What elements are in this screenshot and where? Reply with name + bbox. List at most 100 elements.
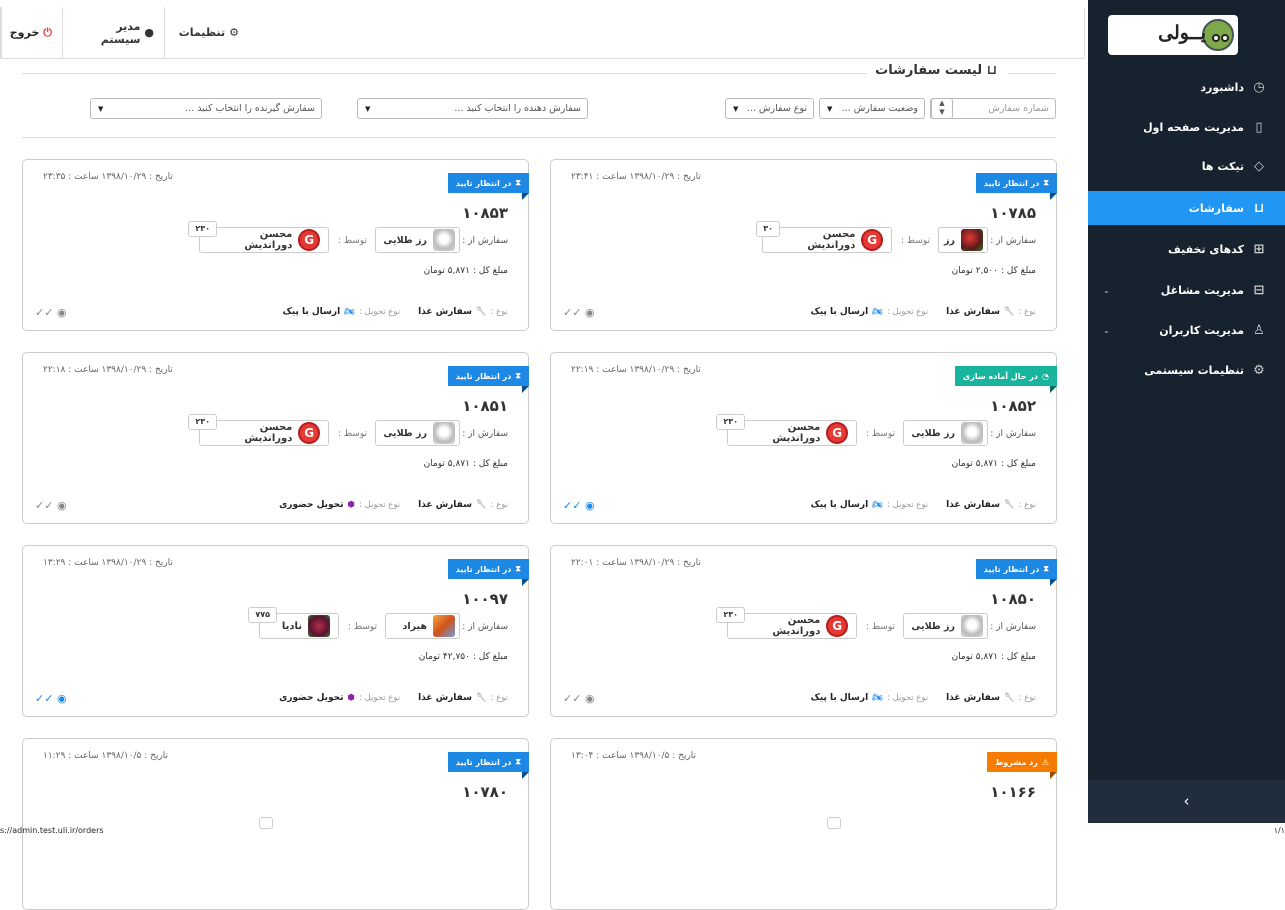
double-check-icon: ✓✓ — [35, 306, 54, 319]
user-logo-icon: G — [298, 422, 320, 444]
orderer-select[interactable]: سفارش دهنده را انتخاب کنید ... ▼ — [357, 98, 588, 119]
nav-item-tickets[interactable]: ◇ تیکت ها — [1088, 149, 1285, 183]
user-chip[interactable]: G محسن دوراندیش — [199, 227, 329, 253]
double-check-icon: ✓✓ — [563, 306, 582, 319]
gauge-icon: ◷ — [1253, 79, 1265, 95]
from-label: سفارش از : — [990, 236, 1036, 246]
eye-icon: ◉ — [584, 692, 595, 705]
seen-icons[interactable]: ◉ ✓✓ — [563, 499, 595, 512]
order-number-input[interactable]: شماره سفارش ▲ ▼ — [930, 98, 1056, 119]
nav-item-homepage[interactable]: ▯ مدیریت صفحه اول — [1088, 110, 1285, 144]
order-number[interactable]: ۱۰۰۹۷ — [462, 590, 508, 608]
order-date: تاریخ : ۱۳۹۸/۱۰/۲۹ ساعت : ۲۲:۱۸ — [43, 365, 173, 375]
stepper-icon[interactable]: ▲ ▼ — [931, 98, 953, 119]
order-number[interactable]: ۱۰۸۵۱ — [462, 397, 508, 415]
order-date: تاریخ : ۱۳۹۸/۱۰/۵ ساعت : ۱۳:۰۴ — [571, 751, 697, 761]
shop-thumbnail — [433, 615, 455, 637]
count-badge — [827, 817, 841, 829]
shop-chip[interactable]: رز طلایی — [375, 420, 460, 446]
nav-item-businesses[interactable]: ⊟ مدیریت مشاغل ⌄ — [1088, 273, 1285, 307]
order-number[interactable]: ۱۰۸۵۲ — [990, 397, 1036, 415]
hourglass-icon: ⧗ — [1043, 178, 1049, 187]
nav-item-system-settings[interactable]: ⚙ تنظیمات سیستمی — [1088, 353, 1285, 387]
order-card[interactable]: ⧗ در انتظار تایید تاریخ : ۱۳۹۸/۱۰/۲۹ ساعت… — [22, 352, 530, 524]
sidebar: یــولی نسخه ۱.۵.۰.۰ ◷ داشبورد ▯ مدیریت صفح… — [1088, 0, 1285, 823]
order-card[interactable]: ◔ در حال آماده سازی تاریخ : ۱۳۹۸/۱۰/۲۹ سا… — [550, 352, 1058, 524]
nav-item-discounts[interactable]: ⊞ کدهای تخفیف — [1088, 232, 1285, 266]
tag-icon: ◇ — [1254, 158, 1264, 174]
order-number[interactable]: ۱۰۸۵۳ — [462, 204, 508, 222]
order-card[interactable]: ⧗ در انتظار تایید تاریخ : ۱۳۹۸/۱۰/۵ ساعت … — [22, 738, 530, 910]
shop-chip[interactable]: رز — [938, 227, 988, 253]
spoon-icon: 🥄 — [476, 307, 487, 317]
logout-button[interactable]: ⏻ خروج — [1, 7, 62, 58]
turtle-logo-icon — [1202, 19, 1234, 51]
version-label: نسخه ۱.۵.۰.۰ — [1110, 15, 1157, 23]
order-footer: نوع : 🥄 سفارش غذا نوع تحویل : ⬢ تحویل حضوری — [279, 693, 508, 703]
seen-icons[interactable]: ◉ ✓✓ — [35, 692, 67, 705]
page-title: ⊔ لیست سفارشات — [867, 63, 1005, 78]
settings-button[interactable]: ⚙ تنظیمات — [164, 7, 249, 58]
count-badge: ۲۳۰ — [716, 414, 745, 430]
topbar: ⏻ خروج ● مدیر سیستم ⚙ تنظیمات — [0, 7, 1085, 59]
order-number[interactable]: ۱۰۷۸۵ — [990, 204, 1036, 222]
caret-down-icon: ▼ — [98, 104, 104, 113]
order-number[interactable]: ۱۰۱۶۶ — [990, 783, 1036, 801]
motorcycle-icon: 🏍 — [872, 500, 883, 510]
user-avatar — [308, 615, 330, 637]
gears-icon: ⚙ — [229, 26, 239, 39]
store-icon: ⊟ — [1253, 282, 1265, 298]
shop-chip[interactable]: هیراد — [385, 613, 460, 639]
order-card[interactable]: ⧗ در انتظار تایید تاریخ : ۱۳۹۸/۱۰/۲۹ ساعت… — [22, 159, 530, 331]
seen-icons[interactable]: ◉ ✓✓ — [35, 306, 67, 319]
from-label: سفارش از : — [462, 429, 508, 439]
order-card[interactable]: ⧗ در انتظار تایید تاریخ : ۱۳۹۸/۱۰/۲۹ ساعت… — [550, 159, 1058, 331]
order-card[interactable]: ⚠ رد مشروط تاریخ : ۱۳۹۸/۱۰/۵ ساعت : ۱۳:۰۴… — [550, 738, 1058, 910]
status-badge: ⧗ در انتظار تایید — [447, 173, 530, 200]
status-select[interactable]: وضعیت سفارش ... ▼ — [819, 98, 925, 119]
shop-thumbnail — [433, 229, 455, 251]
shop-chip[interactable]: رز طلایی — [375, 227, 460, 253]
order-date: تاریخ : ۱۳۹۸/۱۰/۲۹ ساعت : ۱۳:۲۹ — [43, 558, 173, 568]
seen-icons[interactable]: ◉ ✓✓ — [563, 692, 595, 705]
double-check-icon: ✓✓ — [35, 499, 54, 512]
user-chip[interactable]: G محسن دوراندیش — [727, 420, 857, 446]
sidebar-collapse-button[interactable]: › — [1088, 780, 1285, 823]
seen-icons[interactable]: ◉ ✓✓ — [563, 306, 595, 319]
caret-down-icon: ▼ — [365, 104, 371, 113]
title-divider-right — [1009, 73, 1056, 74]
spoon-icon: 🥄 — [476, 693, 487, 703]
order-type-select[interactable]: نوع سفارش ... ▼ — [725, 98, 814, 119]
order-card[interactable]: ⧗ در انتظار تایید تاریخ : ۱۳۹۸/۱۰/۲۹ ساعت… — [22, 545, 530, 717]
hourglass-icon: ⧗ — [515, 564, 521, 573]
order-total: مبلغ کل : ۴۲,۷۵۰ تومان — [418, 652, 508, 662]
status-badge: ⧗ در انتظار تایید — [447, 366, 530, 393]
user-logo-icon: G — [826, 615, 848, 637]
count-badge: ۳۰ — [756, 221, 780, 237]
order-total: مبلغ کل : ۵,۸۷۱ تومان — [951, 652, 1036, 662]
nav-item-orders[interactable]: ⊔ سفارشات — [1088, 191, 1285, 225]
nav-item-users[interactable]: ♙ مدیریت کاربران ⌄ — [1088, 313, 1285, 347]
user-chip[interactable]: G محسن دوراندیش — [199, 420, 329, 446]
shop-thumbnail — [961, 229, 983, 251]
shop-chip[interactable]: رز طلایی — [903, 420, 988, 446]
shop-chip[interactable]: رز طلایی — [903, 613, 988, 639]
nav-item-dashboard[interactable]: ◷ داشبورد — [1088, 70, 1285, 104]
cart-icon: ⊔ — [1253, 200, 1265, 216]
user-chip[interactable]: G محسن دوراندیش — [727, 613, 857, 639]
order-number[interactable]: ۱۰۸۵۰ — [990, 590, 1036, 608]
order-card[interactable]: ⧗ در انتظار تایید تاریخ : ۱۳۹۸/۱۰/۲۹ ساعت… — [550, 545, 1058, 717]
page-indicator: ۱/۱ — [1273, 826, 1285, 835]
order-footer: نوع : 🥄 سفارش غذا نوع تحویل : 🏍 ارسال با پیک — [810, 307, 1036, 317]
from-label: سفارش از : — [990, 429, 1036, 439]
count-badge: ۲۳۰ — [188, 414, 217, 430]
filter-divider — [22, 137, 1056, 138]
count-badge — [259, 817, 273, 829]
user-chip[interactable]: G محسن دوراندیش — [762, 227, 892, 253]
user-icon: ● — [144, 26, 154, 39]
order-number[interactable]: ۱۰۷۸۰ — [462, 783, 508, 801]
admin-menu[interactable]: ● مدیر سیستم — [62, 7, 164, 58]
order-date: تاریخ : ۱۳۹۸/۱۰/۲۹ ساعت : ۲۲:۰۱ — [571, 558, 701, 568]
receiver-select[interactable]: سفارش گیرنده را انتخاب کنید ... ▼ — [90, 98, 322, 119]
seen-icons[interactable]: ◉ ✓✓ — [35, 499, 67, 512]
